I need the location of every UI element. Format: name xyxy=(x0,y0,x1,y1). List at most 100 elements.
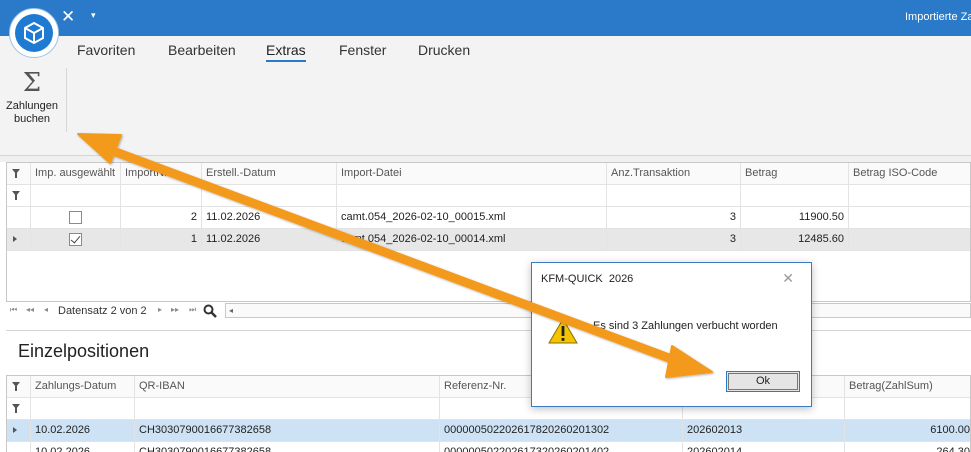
detail-grid: Zahlungs-Datum QR-IBAN Referenz-Nr. Betr… xyxy=(6,375,971,452)
column-header-importnr[interactable]: ImportNr. xyxy=(121,163,202,184)
dialog-message: Es sind 3 Zahlungen verbucht worden xyxy=(593,320,778,332)
betrag-zahlsum-cell: 264.30 xyxy=(845,442,970,452)
sigma-icon: Σ xyxy=(22,68,42,98)
betrag-cell: 12485.60 xyxy=(741,229,849,250)
previous-page-icon[interactable]: ◂◂ xyxy=(26,305,34,314)
chevron-down-icon[interactable]: ▾ xyxy=(91,10,96,21)
filter-cell[interactable] xyxy=(741,185,849,206)
title-bar: ✕ ▾ Importierte Za xyxy=(0,0,971,36)
tab-bearbeiten[interactable]: Bearbeiten xyxy=(168,42,236,58)
column-header-zahlungs-datum[interactable]: Zahlungs-Datum xyxy=(31,376,135,397)
message-dialog: KFM-QUICK 2026 ✕ Es sind 3 Zahlungen ver… xyxy=(531,262,812,407)
column-header-import-datei[interactable]: Import-Datei xyxy=(337,163,607,184)
tab-drucken[interactable]: Drucken xyxy=(418,42,470,58)
column-header-betrag[interactable]: Betrag xyxy=(741,163,849,184)
table-row[interactable]: 1 11.02.2026 camt.054_2026-02-10_00014.x… xyxy=(7,229,970,251)
unnamed-cell: 202602013 xyxy=(683,420,845,441)
table-row[interactable]: 10.02.2026 CH3030790016677382658 0000005… xyxy=(7,420,970,442)
row-indicator-cell xyxy=(7,207,31,228)
betrag-zahlsum-cell: 6100.00 xyxy=(845,420,970,441)
filter-cell[interactable] xyxy=(849,185,970,206)
filter-column-icon-cell[interactable] xyxy=(7,376,31,397)
ribbon-button-label-2: buchen xyxy=(13,113,51,125)
warning-icon xyxy=(547,317,579,348)
import-datei-cell: camt.054_2026-02-10_00015.xml xyxy=(337,207,607,228)
row-indicator-cell xyxy=(7,229,31,250)
import-grid-header: Imp. ausgewählt ImportNr. Erstell.-Datum… xyxy=(7,163,970,185)
tab-extras[interactable]: Extras xyxy=(266,42,306,63)
referenz-nr-cell: 000000502202617820260201302 xyxy=(440,420,683,441)
window-title: Importierte Za xyxy=(905,11,971,23)
importnr-cell: 2 xyxy=(121,207,202,228)
qr-iban-cell: CH3030790016677382658 xyxy=(135,442,440,452)
import-checkbox[interactable] xyxy=(69,233,82,246)
import-grid-filter-row[interactable] xyxy=(7,185,970,207)
filter-cell[interactable] xyxy=(31,398,135,419)
import-datei-cell: camt.054_2026-02-10_00014.xml xyxy=(337,229,607,250)
app-logo[interactable] xyxy=(9,8,59,58)
ribbon-button-label-1: Zahlungen xyxy=(6,100,58,112)
row-pointer-icon xyxy=(13,236,17,242)
ok-button[interactable]: Ok xyxy=(726,371,800,392)
anz-transaktion-cell: 3 xyxy=(607,207,741,228)
close-icon[interactable]: ✕ xyxy=(61,8,75,26)
record-navigator: ⏮ ◂◂ ◂ Datensatz 2 von 2 ▸ ▸▸ ⏭ ◂ xyxy=(6,302,971,320)
tab-fenster[interactable]: Fenster xyxy=(339,42,386,58)
filter-cell[interactable] xyxy=(607,185,741,206)
column-header-betrag-iso-code[interactable]: Betrag ISO-Code xyxy=(849,163,970,184)
filter-icon xyxy=(12,191,20,200)
ribbon-separator xyxy=(66,68,67,132)
iso-code-cell xyxy=(849,207,970,228)
ribbon: Σ Zahlungen buchen xyxy=(0,62,971,156)
filter-icon xyxy=(12,169,20,178)
filter-cell[interactable] xyxy=(135,398,440,419)
close-icon[interactable]: ✕ xyxy=(782,270,794,287)
previous-record-icon[interactable]: ◂ xyxy=(44,305,48,314)
column-header-qr-iban[interactable]: QR-IBAN xyxy=(135,376,440,397)
import-checkbox[interactable] xyxy=(69,211,82,224)
search-icon[interactable] xyxy=(203,304,217,321)
erstell-datum-cell: 11.02.2026 xyxy=(202,207,337,228)
filter-icon xyxy=(12,382,20,391)
filter-column-icon-cell[interactable] xyxy=(7,163,31,184)
first-record-icon[interactable]: ⏮ xyxy=(10,305,17,315)
row-pointer-icon xyxy=(13,427,17,433)
zahlungs-datum-cell: 10.02.2026 xyxy=(31,420,135,441)
detail-grid-filter-row[interactable] xyxy=(7,398,970,420)
zahlungen-buchen-button[interactable]: Σ Zahlungen buchen xyxy=(4,66,60,134)
scroll-left-icon[interactable]: ◂ xyxy=(229,306,233,315)
erstell-datum-cell: 11.02.2026 xyxy=(202,229,337,250)
filter-cell[interactable] xyxy=(121,185,202,206)
next-page-icon[interactable]: ▸▸ xyxy=(171,305,179,314)
detail-section-header xyxy=(6,330,971,374)
next-record-icon[interactable]: ▸ xyxy=(158,305,162,314)
importnr-cell: 1 xyxy=(121,229,202,250)
filter-cell[interactable] xyxy=(845,398,970,419)
import-grid: Imp. ausgewählt ImportNr. Erstell.-Datum… xyxy=(6,162,971,302)
anz-transaktion-cell: 3 xyxy=(607,229,741,250)
filter-row-icon-cell xyxy=(7,398,31,419)
section-title: Einzelpositionen xyxy=(18,341,150,361)
table-row[interactable]: 10.02.2026 CH3030790016677382658 0000005… xyxy=(7,442,970,452)
dialog-title: KFM-QUICK 2026 xyxy=(541,273,634,285)
column-header-imp-ausgewaehlt[interactable]: Imp. ausgewählt xyxy=(31,163,121,184)
unnamed-cell: 202602014 xyxy=(683,442,845,452)
tab-favoriten[interactable]: Favoriten xyxy=(77,42,135,58)
cube-icon xyxy=(15,14,53,52)
filter-cell[interactable] xyxy=(202,185,337,206)
betrag-cell: 11900.50 xyxy=(741,207,849,228)
column-header-anz-transaktion[interactable]: Anz.Transaktion xyxy=(607,163,741,184)
filter-cell[interactable] xyxy=(31,185,121,206)
column-header-betrag-zahlsum[interactable]: Betrag(ZahlSum) xyxy=(845,376,970,397)
menu-bar: Favoriten Bearbeiten Extras Fenster Druc… xyxy=(0,36,971,63)
column-header-erstell-datum[interactable]: Erstell.-Datum xyxy=(202,163,337,184)
filter-cell[interactable] xyxy=(337,185,607,206)
filter-row-icon-cell xyxy=(7,185,31,206)
table-row[interactable]: 2 11.02.2026 camt.054_2026-02-10_00015.x… xyxy=(7,207,970,229)
row-indicator-cell xyxy=(7,442,31,452)
zahlungs-datum-cell: 10.02.2026 xyxy=(31,442,135,452)
record-position-text: Datensatz 2 von 2 xyxy=(58,305,147,317)
last-record-icon[interactable]: ⏭ xyxy=(189,305,196,315)
detail-grid-header: Zahlungs-Datum QR-IBAN Referenz-Nr. Betr… xyxy=(7,376,970,398)
iso-code-cell xyxy=(849,229,970,250)
